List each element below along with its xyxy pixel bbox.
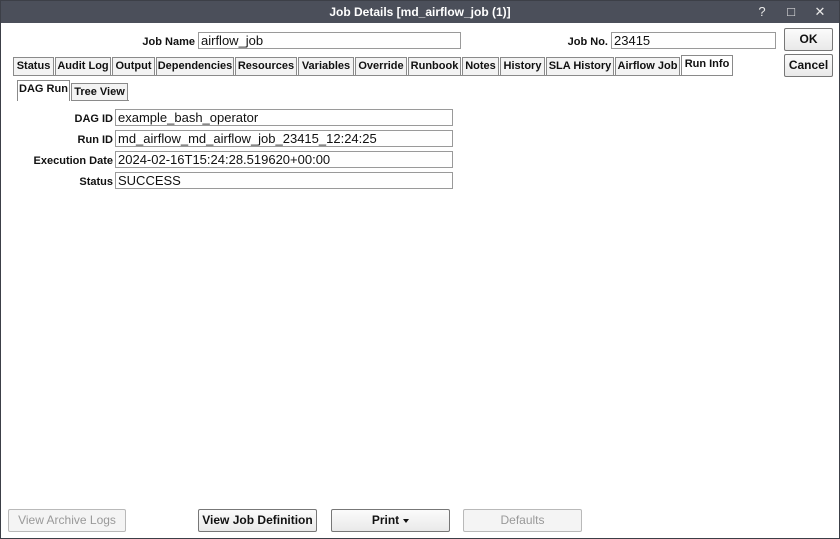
run-id-label: Run ID bbox=[77, 134, 113, 146]
tab-divider bbox=[13, 75, 733, 76]
tab-variables[interactable]: Variables bbox=[298, 57, 354, 75]
print-button-label: Print bbox=[371, 513, 400, 527]
tab-notes[interactable]: Notes bbox=[462, 57, 499, 75]
subtab-divider bbox=[71, 100, 129, 101]
tab-history[interactable]: History bbox=[500, 57, 545, 75]
tab-resources[interactable]: Resources bbox=[235, 57, 297, 75]
cancel-button[interactable]: Cancel bbox=[784, 54, 833, 77]
tab-dependencies[interactable]: Dependencies bbox=[156, 57, 234, 75]
tab-audit-log[interactable]: Audit Log bbox=[55, 57, 111, 75]
tab-sla-history[interactable]: SLA History bbox=[546, 57, 614, 75]
execution-date-field[interactable]: 2024-02-16T15:24:28.519620+00:00 bbox=[115, 151, 453, 168]
tab-override[interactable]: Override bbox=[355, 57, 407, 75]
execution-date-label: Execution Date bbox=[33, 155, 113, 167]
tab-runbook[interactable]: Runbook bbox=[408, 57, 461, 75]
dag-id-field[interactable]: example_bash_operator bbox=[115, 109, 453, 126]
title-bar[interactable]: Job Details [md_airflow_job (1)] ? □ ✕ bbox=[1, 1, 839, 23]
subtab-dag-run[interactable]: DAG Run bbox=[17, 80, 70, 101]
view-archive-logs-button[interactable]: View Archive Logs bbox=[8, 509, 126, 532]
close-icon[interactable]: ✕ bbox=[809, 2, 831, 22]
maximize-icon[interactable]: □ bbox=[780, 2, 802, 22]
tab-airflow-job[interactable]: Airflow Job bbox=[615, 57, 680, 75]
status-field[interactable]: SUCCESS bbox=[115, 172, 453, 189]
job-no-field[interactable]: 23415 bbox=[611, 32, 776, 49]
dag-id-label: DAG ID bbox=[74, 113, 114, 125]
status-label: Status bbox=[79, 176, 113, 188]
help-icon[interactable]: ? bbox=[751, 2, 773, 22]
tab-output[interactable]: Output bbox=[112, 57, 155, 75]
job-details-window: Job Details [md_airflow_job (1)] ? □ ✕ J… bbox=[0, 0, 840, 539]
job-no-label: Job No. bbox=[567, 36, 608, 48]
chevron-down-icon bbox=[403, 518, 410, 523]
run-id-field[interactable]: md_airflow_md_airflow_job_23415_12:24:25 bbox=[115, 130, 453, 147]
defaults-button[interactable]: Defaults bbox=[463, 509, 582, 532]
print-button[interactable]: Print bbox=[331, 509, 450, 532]
view-job-definition-button[interactable]: View Job Definition bbox=[198, 509, 317, 532]
tab-run-info[interactable]: Run Info bbox=[681, 55, 733, 76]
window-title: Job Details [md_airflow_job (1)] bbox=[329, 5, 511, 19]
subtab-tree-view[interactable]: Tree View bbox=[71, 83, 128, 101]
ok-button[interactable]: OK bbox=[784, 28, 833, 51]
job-name-field[interactable]: airflow_job bbox=[198, 32, 461, 49]
tab-status[interactable]: Status bbox=[13, 57, 54, 75]
job-name-label: Job Name bbox=[142, 36, 195, 48]
